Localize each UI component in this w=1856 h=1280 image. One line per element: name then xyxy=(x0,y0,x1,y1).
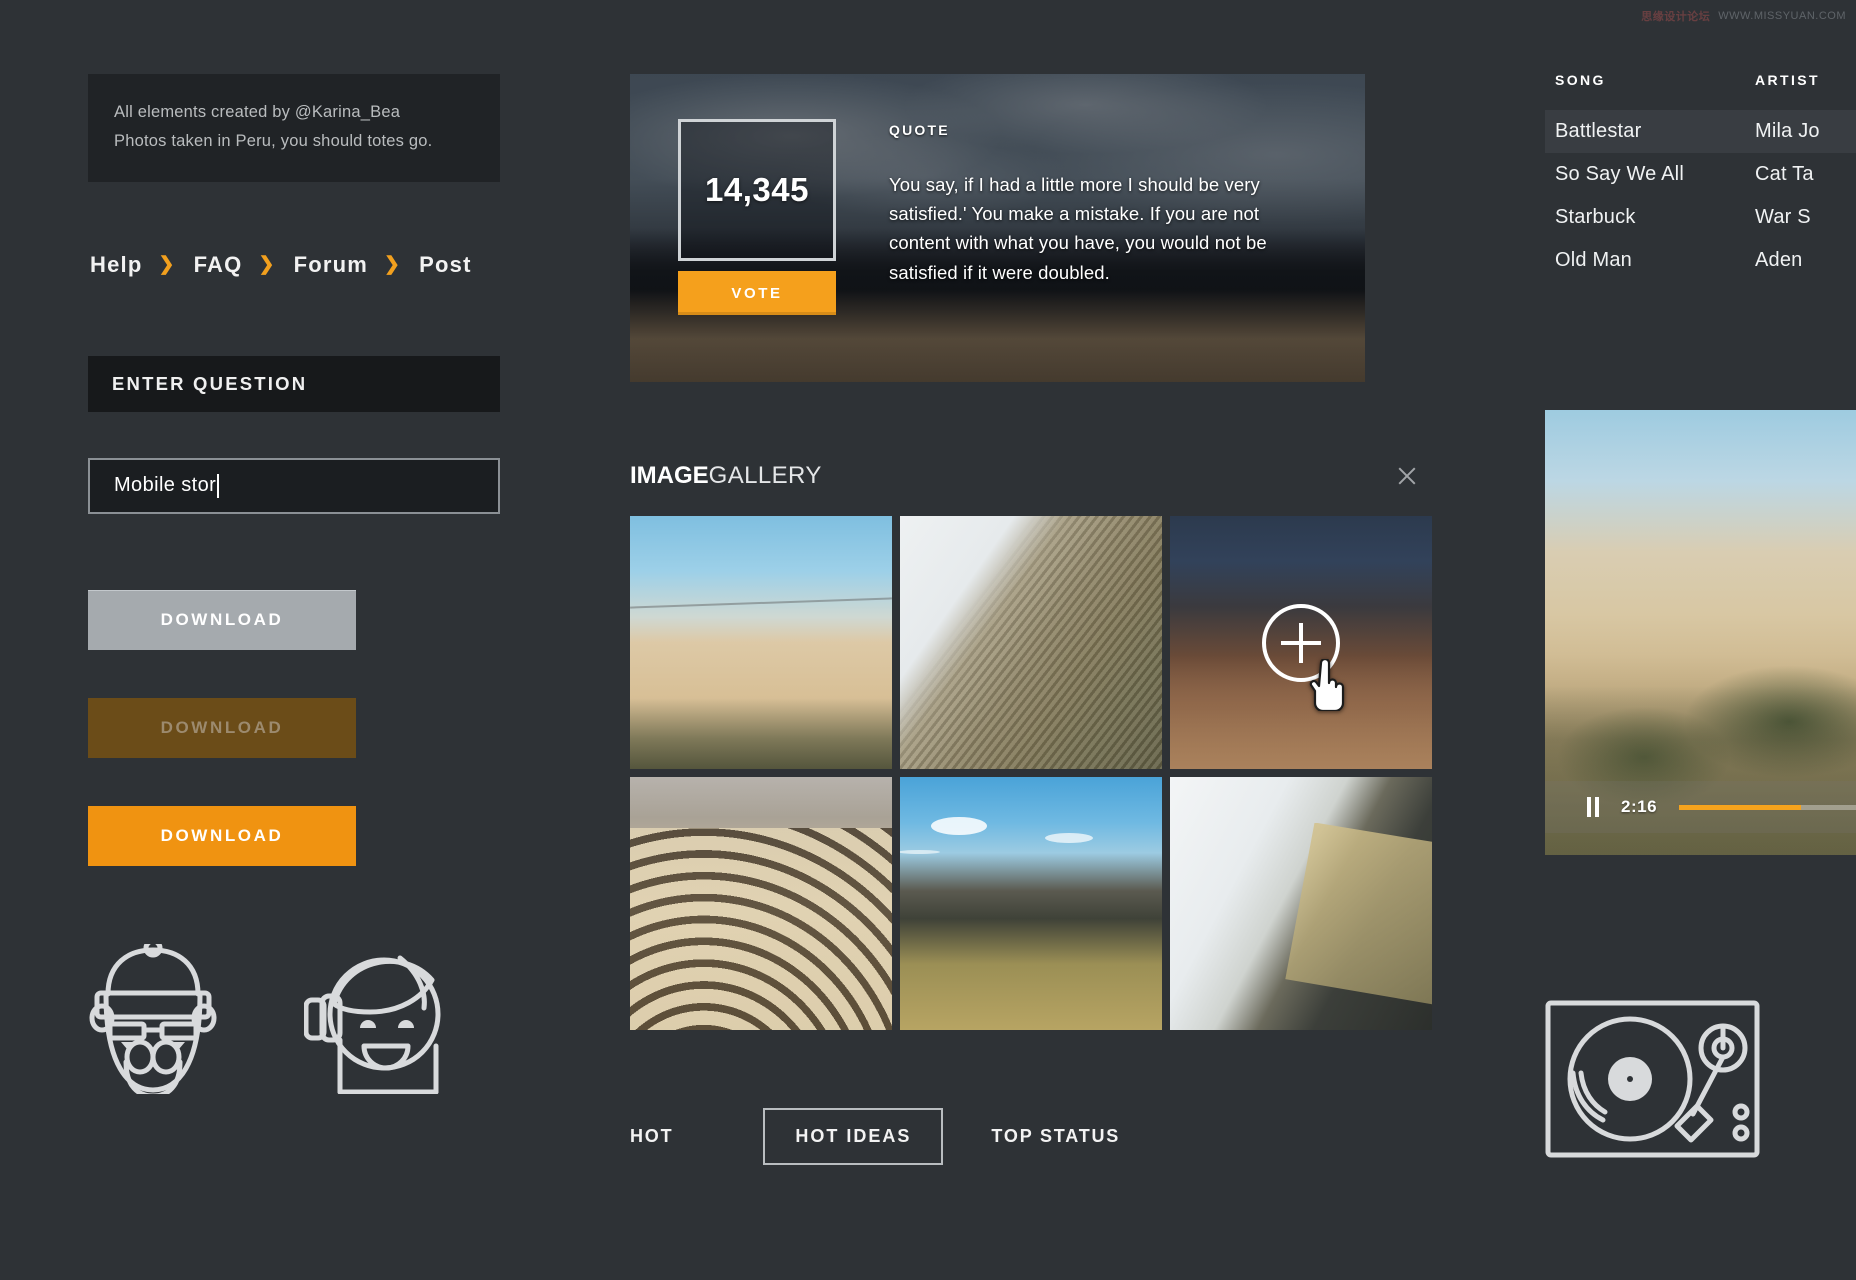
turntable-icon xyxy=(1545,1000,1760,1158)
music-player: 2:16 xyxy=(1545,410,1856,855)
credit-line-1: All elements created by @Karina_Bea xyxy=(114,98,474,127)
song-table: SONG ARTIST Battlestar Mila Jo So Say We… xyxy=(1545,72,1856,282)
chevron-right-icon: ❯ xyxy=(158,255,175,274)
gallery-tile[interactable] xyxy=(900,516,1162,769)
gallery-tile[interactable] xyxy=(900,777,1162,1030)
credit-line-2: Photos taken in Peru, you should totes g… xyxy=(114,127,474,156)
gallery-header: IMAGEGALLERY xyxy=(630,462,1420,490)
question-input-placeholder: ENTER QUESTION xyxy=(112,373,307,395)
vote-block: 14,345 VOTE xyxy=(678,119,838,382)
song-name: Battlestar xyxy=(1555,120,1755,143)
gallery-tile[interactable] xyxy=(630,777,892,1030)
gallery-tile-hovered[interactable] xyxy=(1170,516,1432,769)
nav-link-faq[interactable]: FAQ xyxy=(192,252,245,278)
chevron-right-icon: ❯ xyxy=(384,255,401,274)
download-button-default[interactable]: DOWNLOAD xyxy=(88,590,356,650)
credit-box: All elements created by @Karina_Bea Phot… xyxy=(88,74,500,182)
breadcrumb-nav: Help ❯ FAQ ❯ Forum ❯ Post xyxy=(88,252,508,278)
table-row[interactable]: Starbuck War S xyxy=(1545,196,1856,239)
player-time: 2:16 xyxy=(1621,797,1657,817)
hipster-avatar xyxy=(88,944,218,1094)
hand-cursor-icon xyxy=(1309,659,1349,711)
chevron-right-icon: ❯ xyxy=(258,255,275,274)
answer-input-value: Mobile stor xyxy=(114,474,216,497)
tab-top-status[interactable]: TOP STATUS xyxy=(991,1126,1120,1147)
avatar-row xyxy=(88,942,508,1094)
download-button-disabled[interactable]: DOWNLOAD xyxy=(88,698,356,758)
left-column: All elements created by @Karina_Bea Phot… xyxy=(88,74,508,1094)
quote-vote-card: 14,345 VOTE QUOTE You say, if I had a li… xyxy=(630,74,1365,382)
quote-body: You say, if I had a little more I should… xyxy=(889,170,1269,287)
gallery-tile[interactable] xyxy=(630,516,892,769)
table-row[interactable]: So Say We All Cat Ta xyxy=(1545,153,1856,196)
tab-hot[interactable]: HOT xyxy=(630,1126,673,1147)
song-table-header: SONG ARTIST xyxy=(1545,72,1856,110)
tab-hot-ideas[interactable]: HOT IDEAS xyxy=(763,1108,943,1165)
center-column: 14,345 VOTE QUOTE You say, if I had a li… xyxy=(630,74,1370,1165)
table-row[interactable]: Battlestar Mila Jo xyxy=(1545,110,1856,153)
vote-count: 14,345 xyxy=(678,119,836,261)
table-row[interactable]: Old Man Aden xyxy=(1545,239,1856,282)
gallery-title-bold: IMAGE xyxy=(630,462,709,489)
progress-bar[interactable] xyxy=(1679,805,1856,810)
quote-text-block: QUOTE You say, if I had a little more I … xyxy=(889,119,1269,382)
artist-name: Mila Jo xyxy=(1755,120,1820,143)
artist-name: Aden xyxy=(1755,249,1803,272)
text-caret xyxy=(217,474,219,498)
gallery-tile[interactable] xyxy=(1170,777,1432,1030)
nav-link-forum[interactable]: Forum xyxy=(292,252,370,278)
artist-name: Cat Ta xyxy=(1755,163,1814,186)
nav-link-post[interactable]: Post xyxy=(417,252,473,278)
page-root: 思缘设计论坛 WWW.MISSYUAN.COM All elements cre… xyxy=(0,0,1856,1280)
tab-bar: HOT HOT IDEAS TOP STATUS xyxy=(630,1108,1420,1165)
vote-button[interactable]: VOTE xyxy=(678,271,836,315)
gallery-title-light: GALLERY xyxy=(709,462,822,489)
pause-icon[interactable] xyxy=(1587,797,1599,817)
answer-input[interactable]: Mobile stor xyxy=(88,458,500,514)
quote-label: QUOTE xyxy=(889,122,1269,138)
gallery-title: IMAGEGALLERY xyxy=(630,462,822,490)
progress-fill xyxy=(1679,805,1801,810)
player-controls: 2:16 xyxy=(1545,781,1856,833)
song-name: So Say We All xyxy=(1555,163,1755,186)
question-input[interactable]: ENTER QUESTION xyxy=(88,356,500,412)
close-icon[interactable] xyxy=(1394,463,1420,489)
song-name: Starbuck xyxy=(1555,206,1755,229)
nav-link-help[interactable]: Help xyxy=(88,252,144,278)
column-header-song: SONG xyxy=(1555,72,1755,88)
gallery-grid xyxy=(630,516,1424,1030)
column-header-artist: ARTIST xyxy=(1755,72,1820,88)
turntable-icon-wrap xyxy=(1545,1000,1760,1163)
song-name: Old Man xyxy=(1555,249,1755,272)
right-column: SONG ARTIST Battlestar Mila Jo So Say We… xyxy=(1545,0,1856,1280)
download-button-primary[interactable]: DOWNLOAD xyxy=(88,806,356,866)
headphones-girl-avatar xyxy=(304,942,444,1094)
artist-name: War S xyxy=(1755,206,1811,229)
image-gallery: IMAGEGALLERY HOT HOT IDEAS xyxy=(630,462,1420,1165)
